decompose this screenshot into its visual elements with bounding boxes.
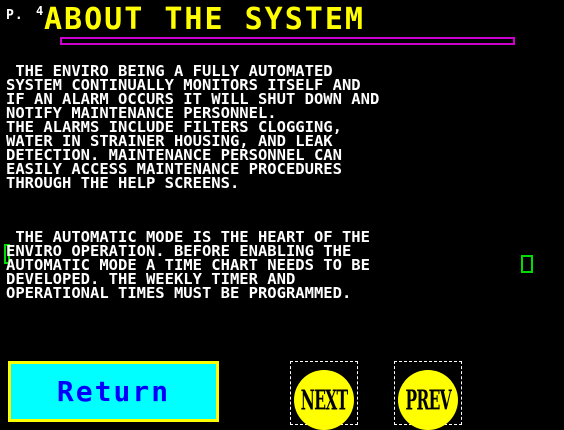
return-button[interactable]: Return [8,361,219,422]
prev-button-label: PREV [405,383,451,417]
next-circle-icon: NEXT [294,370,354,430]
help-screen: P. 4 ABOUT THE SYSTEM THE ENVIRO BEING A… [0,0,564,430]
page-prefix: P. [6,8,24,23]
page-number: 4 [36,4,44,18]
next-button-label: NEXT [300,383,349,417]
prev-button[interactable]: PREV [394,361,462,430]
paragraph-automatic-mode: THE AUTOMATIC MODE IS THE HEART OF THE E… [6,228,370,302]
prev-circle-icon: PREV [398,370,458,430]
title-underline [60,37,515,45]
next-button[interactable]: NEXT [290,361,358,430]
return-button-label: Return [56,375,171,408]
paragraph-alarms: THE ENVIRO BEING A FULLY AUTOMATED SYSTE… [6,62,380,192]
page-title: ABOUT THE SYSTEM [44,2,365,37]
